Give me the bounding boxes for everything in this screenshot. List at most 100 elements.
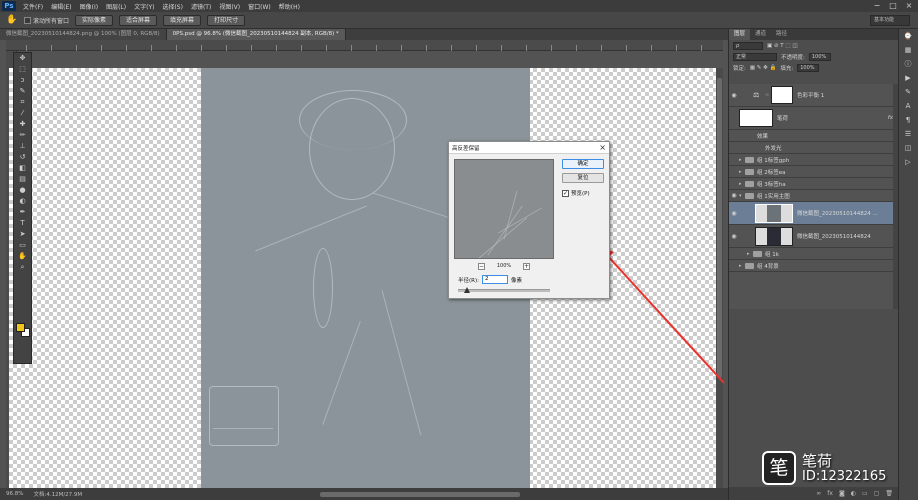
quick-select-tool-icon[interactable]: ✎ [14, 86, 31, 97]
eye-icon[interactable]: ◉ [729, 233, 739, 240]
fill-screen-button[interactable]: 填充屏幕 [163, 14, 202, 26]
dodge-tool-icon[interactable]: ◐ [14, 196, 31, 207]
lasso-tool-icon[interactable]: ↄ [14, 75, 31, 86]
gradient-tool-icon[interactable]: ▤ [14, 174, 31, 185]
tab-layers[interactable]: 图层 [729, 29, 751, 40]
add-mask-icon[interactable]: ◙ [839, 490, 845, 497]
horizontal-scrollbar[interactable] [320, 492, 520, 497]
radius-input[interactable]: 2 [481, 275, 508, 284]
pen-tool-icon[interactable]: ✒ [14, 207, 31, 218]
maximize-icon[interactable]: □ [888, 1, 898, 11]
layer-group-background[interactable]: ◉ ▸ 组 4背景 [729, 260, 899, 272]
link-layers-icon[interactable]: ∞ [816, 490, 821, 497]
menu-window[interactable]: 窗口(W) [244, 2, 275, 11]
doc-tab-psd[interactable]: 0PS.psd @ 96.8% (微信截图_20230510144824 副本,… [166, 29, 346, 40]
blur-tool-icon[interactable]: ● [14, 185, 31, 196]
hand-tool-icon[interactable]: ✋ [6, 14, 18, 26]
menu-file[interactable]: 文件(F) [19, 2, 47, 11]
print-size-button[interactable]: 打印尺寸 [207, 14, 246, 26]
close-icon[interactable]: × [904, 1, 914, 11]
menu-filter[interactable]: 滤镜(T) [187, 2, 215, 11]
delete-layer-icon[interactable]: 🗑 [885, 490, 893, 497]
layer-group-gph[interactable]: ◉ ▸ 组 1标签gph [729, 154, 899, 166]
eye-icon[interactable]: ◉ [729, 210, 739, 217]
history-icon[interactable]: ⌚ [899, 29, 917, 43]
layer-group-main[interactable]: ◉ ▾ 组 1实用主图 [729, 190, 899, 202]
workspace-select[interactable]: 基本功能 [870, 15, 910, 26]
eye-icon[interactable]: ◉ [729, 262, 739, 269]
menu-help[interactable]: 帮助(H) [275, 2, 304, 11]
zoom-in-button[interactable]: + [522, 262, 530, 270]
brush-icon[interactable]: ✎ [899, 85, 917, 99]
type-tool-icon[interactable]: T [14, 218, 31, 229]
layer-wechat[interactable]: ◉ 微信截图_20230510144824 [729, 225, 899, 248]
fx-icon[interactable]: fx [827, 490, 833, 497]
layer-wechat-copy[interactable]: ◉ 微信截图_20230510144824 ... [729, 202, 899, 225]
tab-channels[interactable]: 通道 [750, 29, 771, 40]
dialog-titlebar[interactable]: 高反差保留 [449, 142, 609, 154]
layer-group-1k[interactable]: ▸ 组 1k [729, 248, 899, 260]
eye-icon[interactable]: ◉ [729, 115, 739, 122]
clone-stamp-tool-icon[interactable]: ⊥ [14, 141, 31, 152]
radius-slider[interactable] [458, 287, 550, 293]
marquee-tool-icon[interactable]: ⬚ [14, 64, 31, 75]
scroll-all-windows-checkbox[interactable]: 滚动所有窗口 [24, 16, 69, 25]
menu-layer[interactable]: 图层(L) [102, 2, 130, 11]
menu-view[interactable]: 视图(V) [215, 2, 244, 11]
layer-outer-glow[interactable]: 外发光 [729, 142, 899, 154]
menu-type[interactable]: 文字(Y) [130, 2, 158, 11]
menu-image[interactable]: 图像(I) [76, 2, 102, 11]
swatches-icon[interactable]: ▦ [899, 43, 917, 57]
filter-icons[interactable]: ▣ ⊘ T ⬚ ◫ [767, 43, 798, 49]
adjustment-icon[interactable]: ◐ [851, 490, 856, 497]
filter-preview[interactable] [454, 159, 554, 259]
layer-color-balance[interactable]: ◉ ⚖ ∞ 色彩平衡 1 [729, 84, 899, 107]
properties-icon[interactable]: ☰ [899, 127, 917, 141]
eye-icon[interactable]: ◉ [729, 156, 739, 163]
layer-biheh[interactable]: ◉ 笔荷 fx [729, 107, 899, 130]
opacity-field[interactable]: 100% [808, 52, 831, 61]
timeline-icon[interactable]: ▷ [899, 155, 917, 169]
layer-kind-filter[interactable]: ρ [733, 41, 763, 50]
preview-checkbox-row[interactable]: ✓ 预览(P) [562, 189, 590, 197]
color-swatches[interactable] [16, 323, 30, 337]
brush-tool-icon[interactable]: ✏ [14, 130, 31, 141]
hand-tool-icon[interactable]: ✋ [14, 251, 31, 262]
zoom-out-button[interactable]: − [478, 262, 485, 270]
layer-group-ha[interactable]: ◉ ▸ 组 3标签ha [729, 178, 899, 190]
foreground-color-swatch[interactable] [16, 323, 25, 332]
character-icon[interactable]: A [899, 99, 917, 113]
layer-effects[interactable]: 效果 [729, 130, 899, 142]
eye-icon[interactable]: ◉ [729, 180, 739, 187]
fit-screen-button[interactable]: 适合屏幕 [119, 14, 158, 26]
radius-slider-thumb[interactable] [464, 287, 471, 293]
doc-tab-png[interactable]: 微信截图_20230510144824.png @ 100% (图层 0, RG… [0, 29, 167, 40]
navigator-icon[interactable]: ◫ [899, 141, 917, 155]
eyedropper-tool-icon[interactable]: ⁄ [14, 108, 31, 119]
zoom-level[interactable]: 96.8% [6, 491, 23, 497]
checkbox-box[interactable] [24, 16, 31, 24]
new-layer-icon[interactable]: ▢ [874, 490, 880, 497]
paragraph-icon[interactable]: ¶ [899, 113, 917, 127]
eye-icon[interactable]: ◉ [729, 168, 739, 175]
healing-brush-tool-icon[interactable]: ✚ [14, 119, 31, 130]
eye-icon[interactable]: ◉ [729, 192, 739, 199]
shape-tool-icon[interactable]: ▭ [14, 240, 31, 251]
minimize-icon[interactable]: − [872, 1, 882, 11]
actions-icon[interactable]: ▶ [899, 71, 917, 85]
history-brush-tool-icon[interactable]: ↺ [14, 152, 31, 163]
blend-mode-select[interactable]: 正常 [733, 52, 777, 61]
eraser-tool-icon[interactable]: ◧ [14, 163, 31, 174]
eye-icon[interactable]: ◉ [729, 92, 739, 99]
info-icon[interactable]: ⓘ [899, 57, 917, 71]
lock-icons[interactable]: ▦ ✎ ✥ 🔒 [750, 65, 777, 71]
new-group-icon[interactable]: ▭ [862, 490, 868, 497]
crop-tool-icon[interactable]: ⌗ [14, 97, 31, 108]
preview-checkbox[interactable]: ✓ [562, 189, 569, 197]
reset-button[interactable]: 复位 [562, 173, 604, 183]
move-tool-icon[interactable]: ✥ [14, 53, 31, 64]
path-select-tool-icon[interactable]: ➤ [14, 229, 31, 240]
zoom-tool-icon[interactable]: ⌕ [14, 262, 31, 273]
close-icon[interactable]: × [599, 143, 606, 152]
actual-pixels-button[interactable]: 实际像素 [75, 14, 114, 26]
